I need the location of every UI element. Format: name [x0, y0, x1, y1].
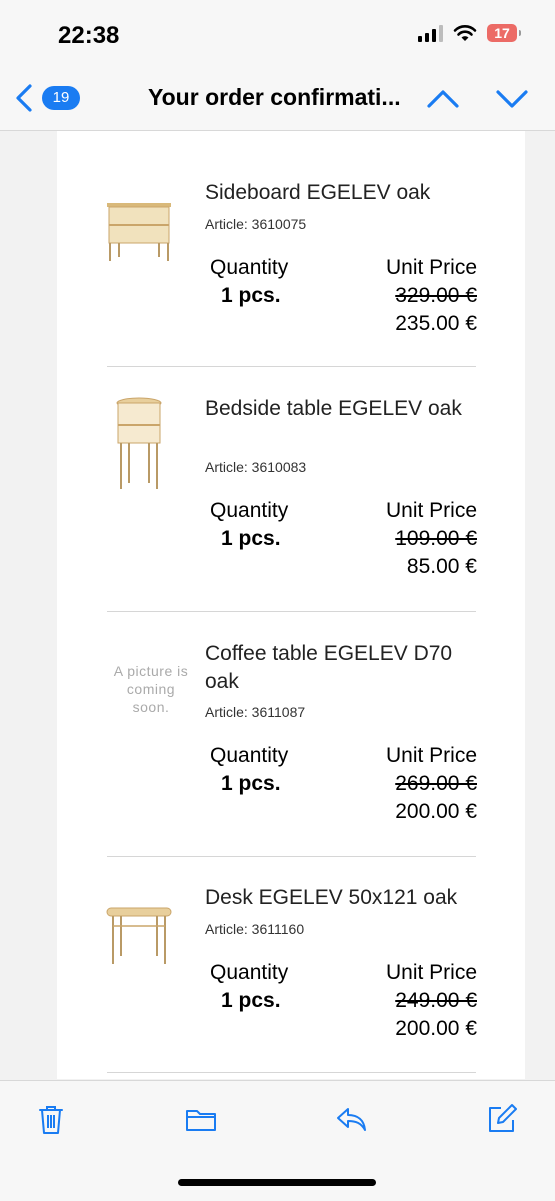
quantity-label: Quantity	[210, 744, 289, 767]
back-chevron-icon[interactable]	[12, 82, 36, 114]
item-article: Article: 3610083	[205, 459, 307, 475]
desk-image	[106, 907, 172, 964]
status-icons: 17	[418, 24, 521, 42]
quantity-value: 1 pcs.	[221, 989, 281, 1012]
original-price: 249.00 €	[395, 989, 477, 1012]
order-card: Sideboard EGELEV oak Article: 3610075 Qu…	[57, 131, 525, 1079]
original-price: 269.00 €	[395, 772, 477, 795]
item-divider	[107, 611, 476, 612]
reply-icon[interactable]	[335, 1103, 367, 1135]
quantity-label: Quantity	[210, 961, 289, 984]
unit-price-label: Unit Price	[385, 744, 477, 767]
item-name[interactable]: Sideboard EGELEV oak	[205, 179, 480, 207]
unit-price-label: Unit Price	[385, 961, 477, 984]
item-name[interactable]: Desk EGELEV 50x121 oak	[205, 884, 480, 912]
quantity-label: Quantity	[210, 256, 289, 279]
discounted-price: 85.00 €	[406, 555, 477, 578]
quantity-value: 1 pcs.	[221, 284, 281, 307]
item-article: Article: 3610075	[205, 216, 307, 232]
original-price: 329.00 €	[395, 284, 477, 307]
item-article: Article: 3611087	[205, 704, 306, 720]
quantity-label: Quantity	[210, 499, 289, 522]
compose-icon[interactable]	[486, 1103, 518, 1135]
status-bar: 22:38 17	[0, 0, 555, 68]
image-placeholder: A picture is coming soon.	[113, 663, 189, 715]
order-item: Sideboard EGELEV oak Article: 3610075 Qu…	[105, 179, 477, 369]
unit-price-label: Unit Price	[385, 256, 477, 279]
item-name[interactable]: Bedside table EGELEV oak	[205, 395, 480, 423]
wifi-icon	[453, 25, 477, 41]
cellular-signal-icon	[418, 24, 443, 42]
message-title: Your order confirmati...	[148, 84, 401, 110]
home-indicator[interactable]	[178, 1179, 376, 1186]
item-divider	[107, 366, 476, 367]
quantity-value: 1 pcs.	[221, 772, 281, 795]
sideboard-image	[107, 203, 171, 261]
bedside-table-image	[116, 397, 162, 489]
unit-price-label: Unit Price	[385, 499, 477, 522]
discounted-price: 200.00 €	[395, 800, 477, 823]
folder-icon[interactable]	[185, 1103, 217, 1135]
original-price: 109.00 €	[395, 527, 477, 550]
quantity-value: 1 pcs.	[221, 527, 281, 550]
discounted-price: 200.00 €	[395, 1017, 477, 1040]
item-article: Article: 3611160	[205, 921, 305, 937]
order-item: Desk EGELEV 50x121 oak Article: 3611160 …	[105, 884, 477, 1074]
next-message-icon[interactable]	[495, 84, 529, 112]
previous-message-icon[interactable]	[426, 84, 460, 112]
battery-indicator: 17	[487, 24, 521, 42]
mail-nav-bar: 19 Your order confirmati...	[0, 68, 555, 131]
unread-count-badge[interactable]: 19	[42, 86, 80, 110]
item-divider	[107, 1072, 476, 1073]
order-item: Bedside table EGELEV oak Article: 361008…	[105, 395, 477, 585]
order-item: A picture is coming soon. Coffee table E…	[105, 640, 477, 830]
item-name[interactable]: Coffee table EGELEV D70 oak	[205, 640, 480, 696]
email-body[interactable]: Sideboard EGELEV oak Article: 3610075 Qu…	[0, 131, 555, 1079]
status-time: 22:38	[58, 22, 120, 49]
discounted-price: 235.00 €	[395, 312, 477, 335]
trash-icon[interactable]	[35, 1103, 67, 1135]
item-divider	[107, 856, 476, 857]
